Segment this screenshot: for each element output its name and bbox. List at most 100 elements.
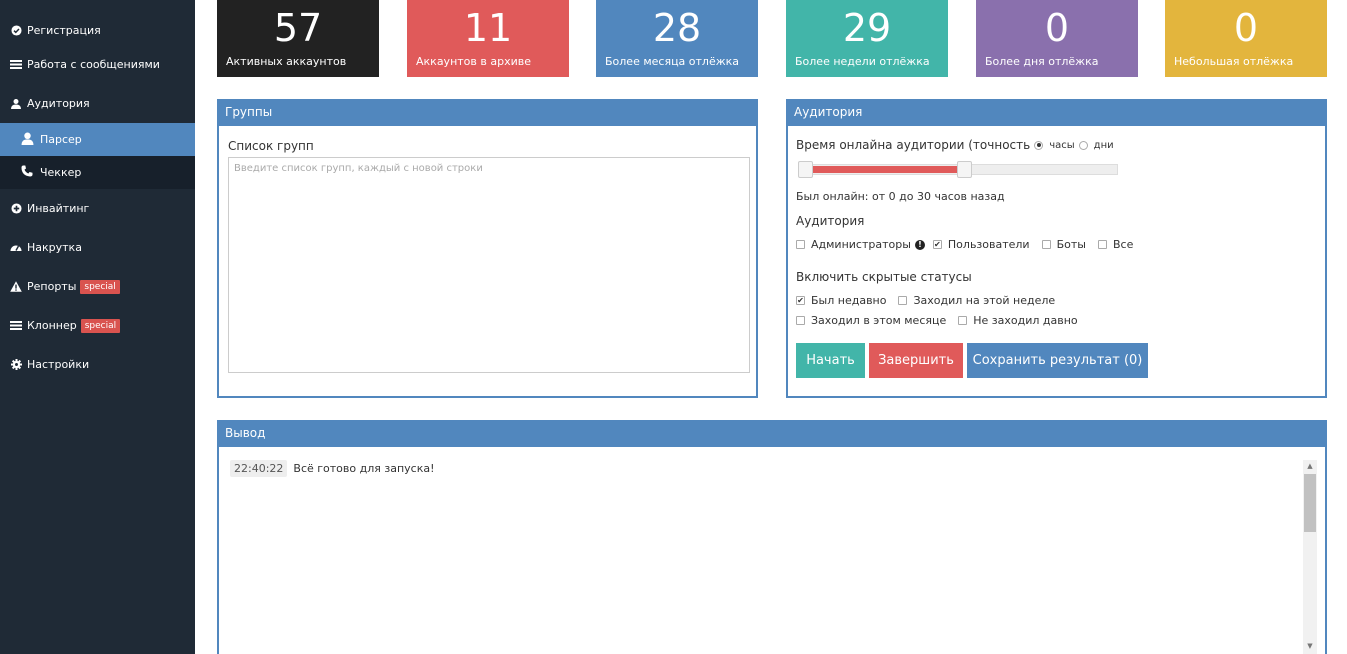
users-checkbox[interactable]: ✔	[932, 240, 942, 249]
tachometer-icon	[10, 242, 22, 254]
all-checkbox[interactable]	[1097, 240, 1107, 249]
bots-label: Боты	[1056, 238, 1086, 251]
info-icon[interactable]: !	[914, 239, 925, 250]
online-range-slider[interactable]	[798, 161, 1118, 178]
check-circle-icon	[10, 24, 22, 36]
nav-label: Настройки	[27, 358, 90, 371]
long-ago-checkbox[interactable]	[958, 316, 968, 325]
finish-button[interactable]: Завершить	[869, 343, 963, 378]
panel-title: Группы	[217, 99, 758, 126]
nav-label: Клоннер	[27, 319, 77, 332]
all-label: Все	[1112, 238, 1134, 251]
nav-messages[interactable]: Работа с сообщениями	[0, 45, 195, 84]
clone-icon	[10, 320, 22, 332]
long-ago-label: Не заходил давно	[973, 314, 1078, 327]
stat-value: 0	[1044, 6, 1070, 50]
recently-checkbox[interactable]: ✔	[796, 296, 805, 305]
stat-label: Более месяца отлёжка	[605, 55, 740, 68]
stat-value: 11	[463, 6, 513, 50]
nav-parser[interactable]: Парсер	[0, 123, 195, 156]
stat-value: 57	[273, 6, 323, 50]
gear-icon	[10, 359, 22, 371]
nav-settings[interactable]: Настройки	[0, 345, 195, 384]
nav-reports[interactable]: Репорты special	[0, 267, 195, 306]
nav-label: Репорты	[27, 280, 77, 293]
hours-radio[interactable]	[1034, 140, 1044, 150]
this-week-checkbox[interactable]	[898, 296, 908, 305]
stat-value: 0	[1233, 6, 1259, 50]
scroll-up-icon[interactable]: ▲	[1303, 460, 1317, 472]
log-entry: 22:40:22 Всё готово для запуска!	[230, 460, 435, 477]
stat-label: Более дня отлёжка	[985, 55, 1099, 68]
audience-panel: Аудитория Время онлайна аудитории (точно…	[786, 99, 1327, 398]
stat-month-rest: 28 Более месяца отлёжка	[596, 0, 758, 77]
this-month-checkbox[interactable]	[796, 316, 805, 325]
stat-week-rest: 29 Более недели отлёжка	[786, 0, 948, 77]
output-scrollbar[interactable]: ▲	[1303, 460, 1317, 654]
nav-label: Инвайтинг	[27, 202, 90, 215]
log-timestamp: 22:40:22	[230, 460, 288, 477]
stat-label: Активных аккаунтов	[226, 55, 347, 68]
online-time-label: Время онлайна аудитории (точность	[796, 138, 1031, 152]
nav-boost[interactable]: Накрутка	[0, 228, 195, 267]
stat-label: Аккаунтов в архиве	[416, 55, 531, 68]
this-month-label: Заходил в этом месяце	[811, 314, 947, 327]
stat-value: 29	[842, 6, 892, 50]
users-label: Пользователи	[947, 238, 1030, 251]
audience-type-row: Администраторы ! ✔ Пользователи Боты Все	[796, 238, 1133, 251]
special-badge: special	[80, 318, 121, 333]
stat-value: 28	[652, 6, 702, 50]
nav-cloner[interactable]: Клоннер special	[0, 306, 195, 345]
special-badge: special	[80, 279, 120, 294]
nav-label: Регистрация	[27, 23, 101, 37]
nav-label: Работа с сообщениями	[27, 58, 160, 71]
stat-day-rest: 0 Более дня отлёжка	[976, 0, 1138, 77]
phone-icon	[20, 165, 34, 180]
log-message: Всё готово для запуска!	[293, 462, 435, 475]
list-icon	[10, 59, 22, 71]
days-radio[interactable]	[1078, 140, 1088, 150]
nav-audience[interactable]: Аудитория	[0, 84, 195, 123]
audience-type-label: Аудитория	[796, 214, 865, 228]
group-list-label: Список групп	[228, 139, 314, 153]
this-week-label: Заходил на этой неделе	[913, 294, 1056, 307]
scroll-thumb[interactable]	[1304, 474, 1316, 532]
save-results-button[interactable]: Сохранить результат (0)	[967, 343, 1148, 378]
hours-label: часы	[1049, 139, 1075, 151]
output-panel: Вывод 22:40:22 Всё готово для запуска! ▲…	[217, 420, 1327, 654]
start-button[interactable]: Начать	[796, 343, 865, 378]
range-fill	[807, 166, 959, 173]
range-handle-min[interactable]	[798, 161, 813, 178]
nav-label: Парсер	[40, 133, 82, 146]
nav-checker[interactable]: Чеккер	[0, 156, 195, 189]
nav-inviting[interactable]: Инвайтинг	[0, 189, 195, 228]
stat-archived-accounts: 11 Аккаунтов в архиве	[407, 0, 569, 77]
plus-circle-icon	[10, 203, 22, 215]
panel-title: Аудитория	[786, 99, 1327, 126]
stat-active-accounts: 57 Активных аккаунтов	[217, 0, 379, 77]
stat-label: Более недели отлёжка	[795, 55, 930, 68]
bots-checkbox[interactable]	[1041, 240, 1051, 249]
status-row-2: Заходил в этом месяце Не заходил давно	[796, 314, 1078, 327]
stat-label: Небольшая отлёжка	[1174, 55, 1294, 68]
nav-label: Чеккер	[40, 166, 82, 179]
groups-panel: Группы Список групп	[217, 99, 758, 398]
scroll-down-icon[interactable]: ▼	[1303, 642, 1317, 650]
range-handle-max[interactable]	[957, 161, 972, 178]
nav-label: Аудитория	[27, 97, 90, 110]
online-time-row: Время онлайна аудитории (точность часы д…	[796, 138, 1114, 152]
panel-title: Вывод	[217, 420, 1327, 447]
nav-registration[interactable]: Регистрация	[0, 15, 195, 45]
group-list-input[interactable]	[228, 157, 750, 373]
range-text: Был онлайн: от 0 до 30 часов назад	[796, 190, 1005, 203]
warning-icon	[10, 281, 22, 293]
admins-checkbox[interactable]	[796, 240, 805, 249]
users-icon	[10, 98, 22, 110]
user-icon	[20, 132, 34, 148]
hidden-statuses-label: Включить скрытые статусы	[796, 270, 972, 284]
recently-label: Был недавно	[811, 294, 887, 307]
admins-label: Администраторы	[811, 238, 911, 251]
sidebar: Регистрация Работа с сообщениями Аудитор…	[0, 0, 195, 654]
days-label: дни	[1093, 139, 1114, 151]
status-row-1: ✔ Был недавно Заходил на этой неделе	[796, 294, 1055, 307]
